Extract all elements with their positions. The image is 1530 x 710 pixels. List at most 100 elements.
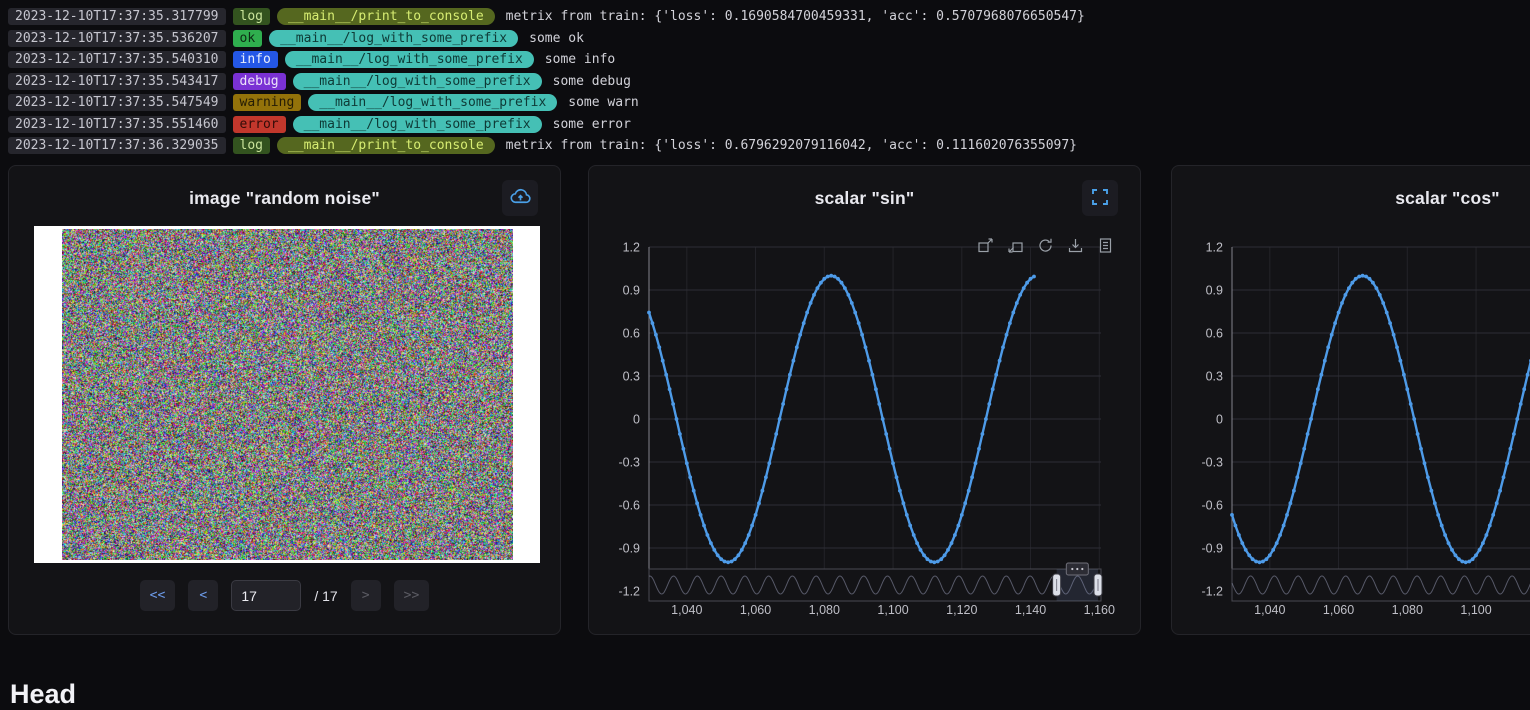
log-timestamp: 2023-12-10T17:37:35.551460 xyxy=(8,116,226,133)
log-level-badge: warning xyxy=(233,94,302,111)
data-point xyxy=(902,501,906,505)
y-tick-label: -0.3 xyxy=(618,456,640,470)
y-tick-label: 0 xyxy=(1216,413,1223,427)
data-point xyxy=(682,447,686,451)
data-point xyxy=(895,475,899,479)
data-point xyxy=(1278,533,1282,537)
data-point xyxy=(805,311,809,315)
data-point xyxy=(898,489,902,493)
log-row: 2023-12-10T17:37:36.329035log__main__/pr… xyxy=(8,135,1085,157)
data-point xyxy=(1268,553,1272,557)
data-point xyxy=(819,281,823,285)
save-image-icon[interactable] xyxy=(1067,237,1084,254)
data-point xyxy=(657,345,661,349)
grabber-dot xyxy=(1076,568,1078,570)
data-point xyxy=(1375,286,1379,290)
data-point xyxy=(847,293,851,297)
data-point xyxy=(1450,548,1454,552)
data-point xyxy=(946,548,950,552)
data-point xyxy=(809,301,813,305)
restore-icon[interactable] xyxy=(1037,237,1054,254)
cos-chart[interactable]: 1.20.90.60.30-0.3-0.6-0.9-1.21,0401,0601… xyxy=(1172,226,1530,626)
data-point xyxy=(987,402,991,406)
data-point xyxy=(1251,557,1255,561)
data-point xyxy=(957,524,961,528)
prev-page-button[interactable]: < xyxy=(188,580,218,611)
data-point xyxy=(764,475,768,479)
log-message: some error xyxy=(553,117,631,132)
data-point xyxy=(1457,557,1461,561)
page-input[interactable] xyxy=(231,580,301,611)
log-timestamp: 2023-12-10T17:37:35.543417 xyxy=(8,73,226,90)
data-point xyxy=(970,475,974,479)
data-point xyxy=(1464,560,1468,564)
data-point xyxy=(737,553,741,557)
data-point xyxy=(726,560,730,564)
data-point xyxy=(1402,373,1406,377)
data-point xyxy=(706,533,710,537)
sin-chart-card: scalar "sin" 1.20.90.60.30-0.3-0.6-0.9-1… xyxy=(588,165,1141,635)
data-point xyxy=(853,311,857,315)
data-point xyxy=(651,321,655,325)
data-point xyxy=(1326,345,1330,349)
last-page-button[interactable]: >> xyxy=(394,580,430,611)
data-point xyxy=(998,359,1002,363)
x-tick-label: 1,060 xyxy=(740,603,771,617)
data-point xyxy=(781,402,785,406)
data-point xyxy=(939,557,943,561)
data-point xyxy=(864,345,868,349)
data-point xyxy=(1502,475,1506,479)
log-timestamp: 2023-12-10T17:37:35.317799 xyxy=(8,8,226,25)
data-point xyxy=(867,359,871,363)
data-point xyxy=(709,541,713,545)
data-point xyxy=(1306,432,1310,436)
data-point xyxy=(1230,513,1234,517)
x-tick-label: 1,100 xyxy=(1460,603,1491,617)
y-tick-label: -0.6 xyxy=(618,499,640,513)
fullscreen-button[interactable] xyxy=(1082,180,1118,216)
first-page-button[interactable]: << xyxy=(140,580,176,611)
rangeslider-track[interactable] xyxy=(1232,569,1530,601)
data-point xyxy=(747,533,751,537)
data-point xyxy=(1340,301,1344,305)
data-point xyxy=(1234,524,1238,528)
data-point xyxy=(1512,432,1516,436)
log-logger-badge: __main__/log_with_some_prefix xyxy=(293,73,542,90)
data-point xyxy=(1350,281,1354,285)
y-tick-label: 0.9 xyxy=(1206,284,1223,298)
data-point xyxy=(943,553,947,557)
data-point xyxy=(1309,417,1313,421)
data-point xyxy=(1443,533,1447,537)
data-view-icon[interactable] xyxy=(1097,237,1114,254)
next-page-button[interactable]: > xyxy=(351,580,381,611)
data-point xyxy=(1240,541,1244,545)
rangeslider-track[interactable] xyxy=(649,569,1101,601)
log-timestamp: 2023-12-10T17:37:35.540310 xyxy=(8,51,226,68)
data-point xyxy=(929,560,933,564)
data-point xyxy=(778,417,782,421)
page-total-label: / 17 xyxy=(314,588,337,604)
log-console: 2023-12-10T17:37:35.317799log__main__/pr… xyxy=(8,6,1085,157)
data-point xyxy=(977,447,981,451)
zoom-select-icon[interactable] xyxy=(977,237,994,254)
data-point xyxy=(1454,553,1458,557)
data-point xyxy=(816,286,820,290)
sin-chart[interactable]: 1.20.90.60.30-0.3-0.6-0.9-1.21,0401,0601… xyxy=(589,226,1142,626)
data-point xyxy=(888,447,892,451)
data-point xyxy=(953,533,957,537)
data-point xyxy=(661,359,665,363)
data-point xyxy=(932,560,936,564)
log-level-badge: ok xyxy=(233,30,263,47)
data-point xyxy=(1029,277,1033,281)
zoom-reset-icon[interactable] xyxy=(1007,237,1024,254)
data-point xyxy=(1258,560,1262,564)
x-tick-label: 1,140 xyxy=(1015,603,1046,617)
data-point xyxy=(1505,461,1509,465)
upload-button[interactable] xyxy=(502,180,538,216)
data-point xyxy=(884,432,888,436)
data-point xyxy=(829,274,833,278)
data-point xyxy=(991,387,995,391)
data-point xyxy=(960,513,964,517)
log-logger-badge: __main__/print_to_console xyxy=(277,8,495,25)
data-point xyxy=(785,387,789,391)
